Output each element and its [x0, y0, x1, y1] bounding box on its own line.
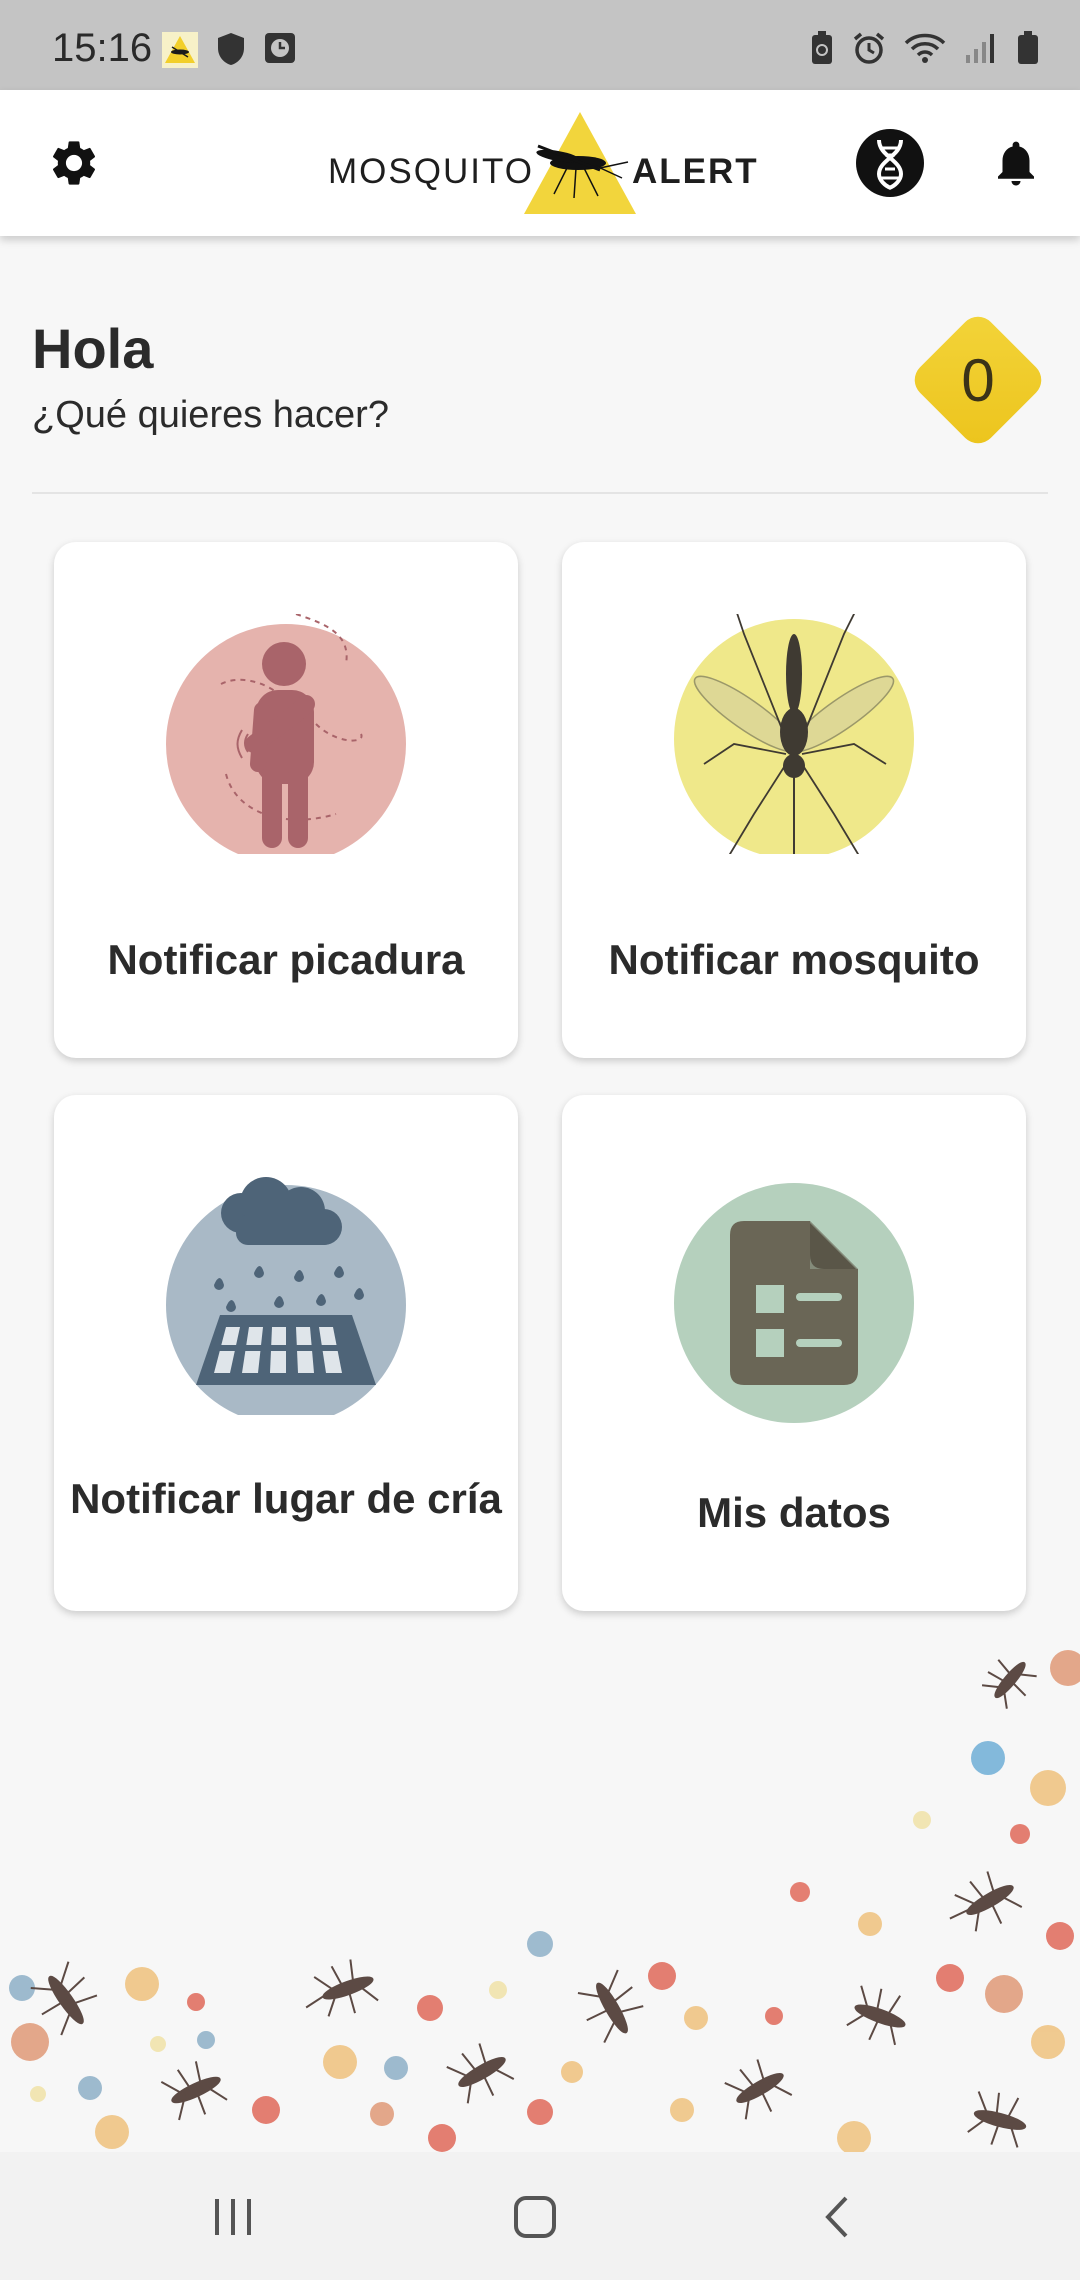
home-icon[interactable]: [500, 2182, 570, 2252]
notify-bite-card[interactable]: Notificar picadura: [54, 542, 518, 1058]
settings-gear-icon[interactable]: [44, 133, 104, 193]
system-navigation-bar: [0, 2152, 1080, 2280]
notify-mosquito-label: Notificar mosquito: [608, 936, 980, 983]
status-bar: 15:16: [0, 0, 1080, 90]
notify-breeding-site-card[interactable]: Notificar lugar de cría: [54, 1095, 518, 1611]
battery-icon: [1016, 30, 1040, 66]
shield-icon: [216, 32, 246, 68]
divider: [32, 492, 1048, 494]
points-value: 0: [961, 347, 995, 414]
clock-app-icon: [264, 32, 296, 68]
notifications-bell-icon[interactable]: [986, 133, 1046, 193]
back-icon[interactable]: [802, 2182, 872, 2252]
greeting-subtitle: ¿Qué quieres hacer?: [32, 394, 389, 436]
notify-bite-label: Notificar picadura: [107, 936, 465, 983]
notify-breeding-site-label: Notificar lugar de cría: [70, 1475, 502, 1522]
my-data-label: Mis datos: [697, 1489, 891, 1536]
greeting-title: Hola: [32, 317, 154, 380]
alarm-icon: [852, 31, 886, 65]
decorative-mosquitoes-background: [9, 1650, 1080, 2155]
my-data-card[interactable]: Mis datos: [562, 1095, 1026, 1611]
breeding-site-drain-icon: [166, 1177, 406, 1415]
app-bar: MOSQUITO ALERT: [0, 90, 1080, 236]
notify-mosquito-card[interactable]: Notificar mosquito: [562, 542, 1026, 1058]
logo-mosquito-icon: [524, 112, 636, 214]
mosquito-alert-notification-icon: [162, 32, 198, 68]
logo-text-mosquito: MOSQUITO: [328, 152, 534, 191]
bite-person-icon: [166, 614, 406, 854]
wifi-icon: [904, 31, 946, 65]
mosquito-alert-logo: MOSQUITO ALERT: [328, 108, 757, 218]
mosquito-icon: [674, 614, 914, 854]
logo-text-alert: ALERT: [632, 152, 759, 191]
document-list-icon: [674, 1183, 914, 1423]
status-time: 15:16: [52, 26, 153, 70]
signal-icon: [964, 31, 998, 65]
points-badge[interactable]: 0: [907, 309, 1049, 451]
dna-icon[interactable]: [852, 125, 928, 201]
battery-saver-icon: [810, 30, 834, 66]
recent-apps-icon[interactable]: [198, 2182, 268, 2252]
